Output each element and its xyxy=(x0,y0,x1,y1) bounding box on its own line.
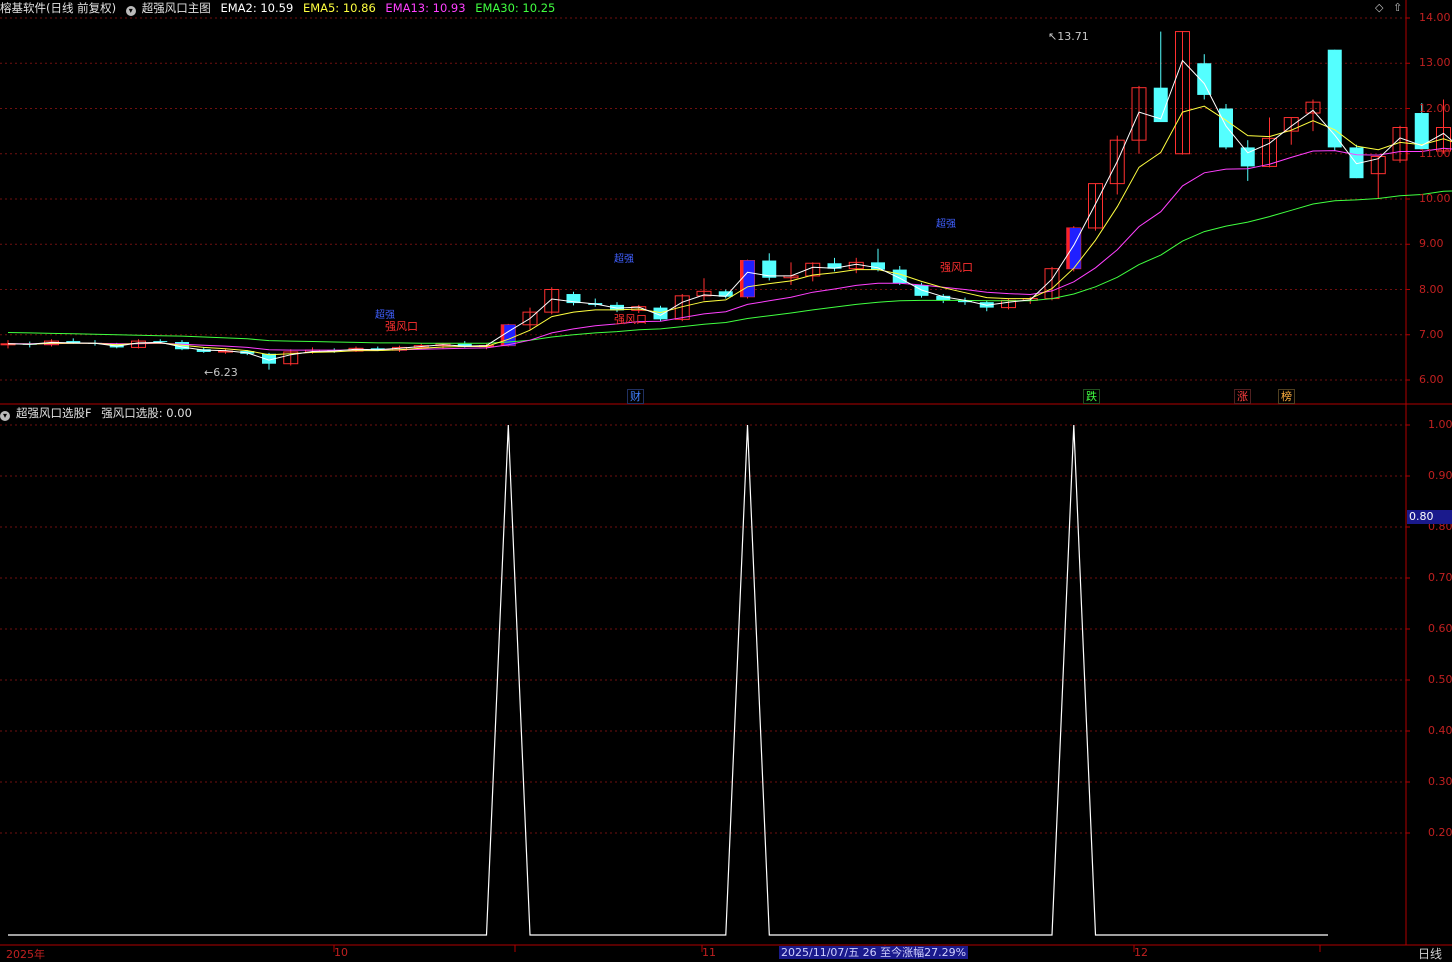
event-mark-die[interactable]: 跌 xyxy=(1083,389,1100,404)
price-tick-label: 7.00 xyxy=(1419,327,1444,341)
sub-tick-label: 0.50 xyxy=(1428,673,1452,686)
sub-tick-label: 0.20 xyxy=(1428,826,1452,839)
sub-tick-label: 0.90 xyxy=(1428,469,1452,482)
peak-low-label: ←6.23 xyxy=(204,366,238,379)
ema30-line xyxy=(7,190,1452,344)
period-label[interactable]: 日线 xyxy=(1418,945,1442,962)
ema5-label: EMA5: 10.86 xyxy=(302,1,376,15)
chevron-down-icon[interactable]: ▾ xyxy=(0,411,10,421)
sub-tick-label: 0.40 xyxy=(1428,724,1452,737)
ema13-label: EMA13: 10.93 xyxy=(385,1,466,15)
main-indicator-name[interactable]: 超强风口主图 xyxy=(142,1,211,15)
peak-high-label: ↖13.71 xyxy=(1048,30,1089,43)
chevron-down-icon[interactable]: ▾ xyxy=(125,6,136,16)
date-month-label: 12 xyxy=(1134,946,1148,959)
ema30-label: EMA30: 10.25 xyxy=(475,1,556,15)
app-title: 榕基软件(日线 前复权) xyxy=(0,1,117,15)
sub-indicator-name[interactable]: 超强风口选股F xyxy=(16,406,92,420)
ema2-label: EMA2: 10.59 xyxy=(220,1,294,15)
expand-up-icon[interactable]: ⇧ xyxy=(1393,1,1402,14)
sub-tick-label: 0.70 xyxy=(1428,571,1452,584)
price-tick-label: 11.00 xyxy=(1419,146,1451,160)
status-bar-text: 2025/11/07/五 26 至今涨幅27.29% xyxy=(779,946,969,959)
date-month-label: 10 xyxy=(334,946,348,959)
price-tick-label: 13.00 xyxy=(1419,56,1451,70)
ema5-line xyxy=(7,105,1452,356)
price-tick-label: 10.00 xyxy=(1419,192,1451,205)
peak-high-value: 13.71 xyxy=(1057,30,1089,43)
event-mark-bang[interactable]: 榜 xyxy=(1278,389,1295,404)
date-month-label: 11 xyxy=(702,946,716,959)
ema13-line xyxy=(8,147,1452,351)
signal-red-label: 强风口 xyxy=(614,313,647,326)
signal-blue-label: 超强 xyxy=(936,219,956,230)
price-tick-label: 14.00 xyxy=(1419,11,1451,24)
price-tick-label: 8.00 xyxy=(1419,282,1444,296)
signal-red-label: 强风口 xyxy=(385,320,418,333)
event-mark-cai[interactable]: 财 xyxy=(627,389,644,404)
candle-body-down xyxy=(1219,108,1233,148)
candle-body-down xyxy=(1327,49,1342,148)
event-mark-zhang[interactable]: 涨 xyxy=(1234,389,1251,404)
price-tick-label: 9.00 xyxy=(1419,237,1444,251)
sub-axis-highlight: 0.80 xyxy=(1407,510,1452,524)
price-tick-label: 6.00 xyxy=(1419,373,1444,386)
peak-low-value: 6.23 xyxy=(213,366,238,379)
sub-header: ▾ 超强风口选股F 强风口选股: 0.00 xyxy=(0,405,198,421)
sub-indicator-value: 强风口选股: 0.00 xyxy=(101,406,192,420)
date-year-label: 2025年 xyxy=(6,948,45,961)
candle-body-down xyxy=(871,262,885,270)
sub-tick-label: 1.00 xyxy=(1428,418,1452,431)
candle-body-down xyxy=(1197,63,1212,95)
price-tick-label: 12.00 xyxy=(1419,101,1451,115)
diamond-icon[interactable]: ◇ xyxy=(1375,1,1383,14)
ema2-line xyxy=(7,59,1452,361)
sub-tick-label: 0.60 xyxy=(1428,622,1452,635)
main-header: 榕基软件(日线 前复权) ▾ 超强风口主图 EMA2: 10.59 EMA5: 1… xyxy=(0,0,561,16)
signal-blue-label: 超强 xyxy=(614,254,634,265)
signal-candle-edge xyxy=(1066,227,1070,269)
signal-red-label: 强风口 xyxy=(940,261,973,274)
chart-canvas[interactable] xyxy=(0,0,1452,959)
sub-tick-label: 0.30 xyxy=(1428,775,1452,788)
